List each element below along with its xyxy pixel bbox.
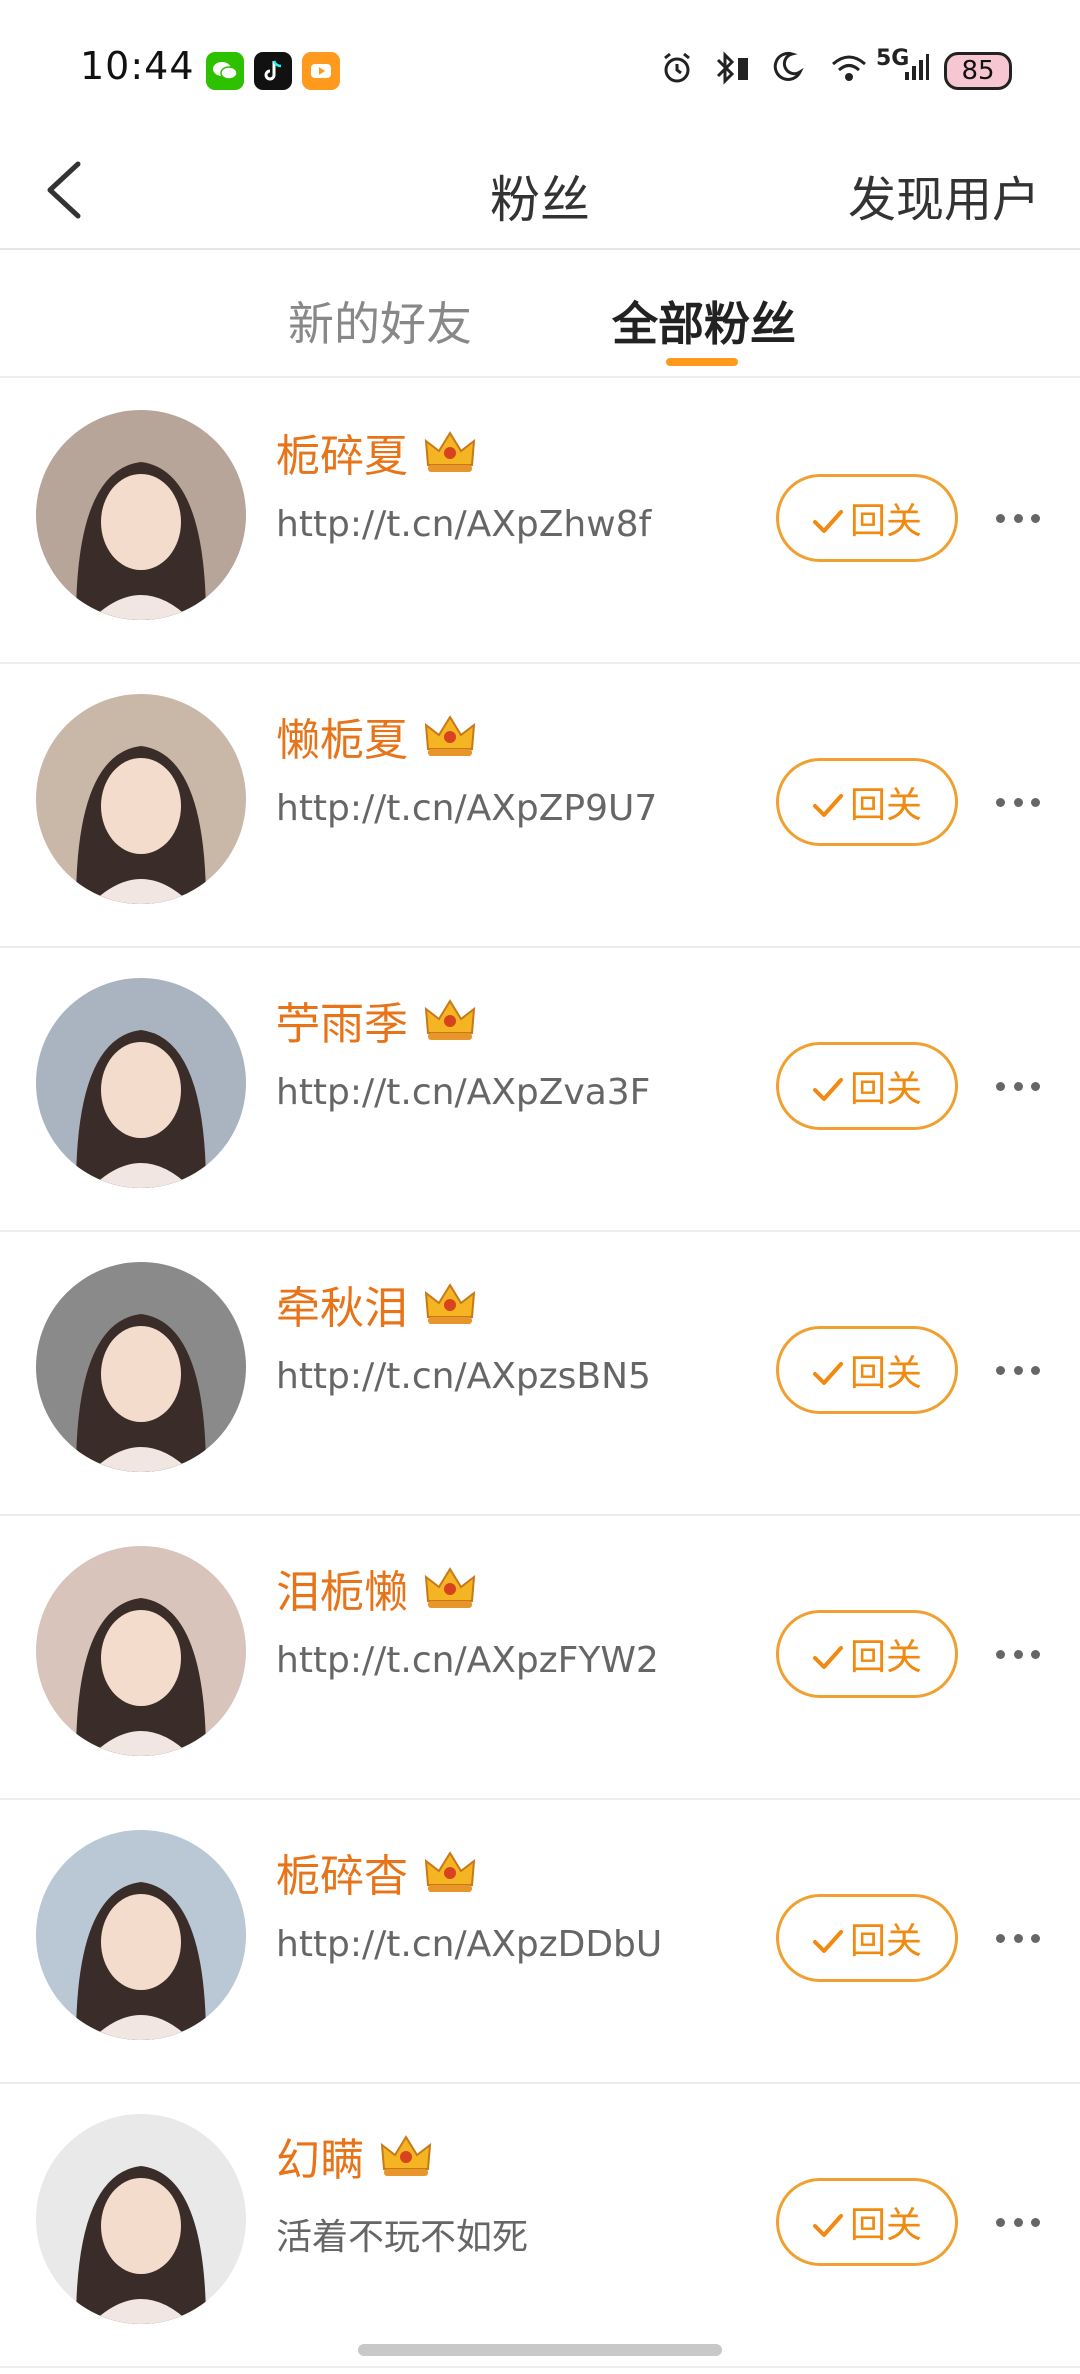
check-icon [812, 1072, 844, 1101]
discover-users-link[interactable]: 发现用户 [848, 160, 1040, 230]
more-options-icon[interactable] [996, 1348, 1040, 1392]
list-item[interactable]: 懒栀夏 http://t.cn/AXpZP9U7 回关 [0, 664, 1080, 948]
follow-back-label: 回关 [849, 2205, 922, 2246]
user-name[interactable]: 牵秋泪 [276, 1272, 408, 1336]
tiktok-icon [254, 52, 292, 90]
crown-icon [422, 1849, 478, 1895]
user-name[interactable]: 泪栀懒 [276, 1556, 408, 1620]
follow-back-label: 回关 [849, 1637, 922, 1678]
list-item[interactable]: 泪栀懒 http://t.cn/AXpzFYW2 回关 [0, 1516, 1080, 1800]
list-item[interactable]: 幻瞒 活着不玩不如死 回关 [0, 2084, 1080, 2368]
name-line: 泪栀懒 [276, 1556, 478, 1620]
wifi-icon [830, 50, 868, 94]
avatar[interactable] [36, 694, 246, 904]
crown-icon [422, 713, 478, 759]
moon-icon [770, 50, 804, 92]
follow-back-button[interactable]: 回关 [776, 758, 958, 846]
tab-all-followers[interactable]: 全部粉丝 [612, 288, 796, 354]
follow-back-button[interactable]: 回关 [776, 1326, 958, 1414]
signal-icon [904, 50, 930, 92]
wechat-icon [206, 52, 244, 90]
user-name[interactable]: 幻瞒 [276, 2124, 364, 2188]
avatar[interactable] [36, 978, 246, 1188]
user-description: http://t.cn/AXpzsBN5 [276, 1356, 651, 1397]
name-line: 栀碎夏 [276, 420, 478, 484]
user-description: http://t.cn/AXpZva3F [276, 1072, 651, 1113]
follow-back-label: 回关 [849, 1921, 922, 1962]
check-icon [812, 1356, 844, 1385]
check-icon [812, 1924, 844, 1953]
check-icon [812, 1640, 844, 1669]
follow-back-label: 回关 [849, 1069, 922, 1110]
tab-bar: 新的好友 全部粉丝 [0, 252, 1080, 378]
name-line: 栀碎杳 [276, 1840, 478, 1904]
alarm-icon [660, 50, 694, 94]
follow-back-label: 回关 [849, 501, 922, 542]
user-name[interactable]: 栀碎杳 [276, 1840, 408, 1904]
follow-back-button[interactable]: 回关 [776, 1894, 958, 1982]
check-icon [812, 788, 844, 817]
more-options-icon[interactable] [996, 780, 1040, 824]
user-description: http://t.cn/AXpzFYW2 [276, 1640, 659, 1681]
list-item[interactable]: 牵秋泪 http://t.cn/AXpzsBN5 回关 [0, 1232, 1080, 1516]
more-options-icon[interactable] [996, 1064, 1040, 1108]
crown-icon [422, 1565, 478, 1611]
crown-icon [422, 429, 478, 475]
more-options-icon[interactable] [996, 1632, 1040, 1676]
follow-back-button[interactable]: 回关 [776, 474, 958, 562]
user-description: http://t.cn/AXpZP9U7 [276, 788, 658, 829]
name-line: 幻瞒 [276, 2124, 434, 2188]
follow-back-button[interactable]: 回关 [776, 1610, 958, 1698]
battery-indicator: 85 [944, 52, 1012, 90]
crown-icon [422, 997, 478, 1043]
check-icon [812, 504, 844, 533]
top-nav: 粉丝 发现用户 [0, 130, 1080, 250]
user-description: http://t.cn/AXpzDDbU [276, 1924, 663, 1965]
crown-icon [422, 1281, 478, 1327]
user-description: 活着不玩不如死 [276, 2217, 529, 2258]
follow-back-label: 回关 [849, 1353, 922, 1394]
user-name[interactable]: 苧雨季 [276, 988, 408, 1052]
list-item[interactable]: 栀碎杳 http://t.cn/AXpzDDbU 回关 [0, 1800, 1080, 2084]
crown-icon [378, 2133, 434, 2179]
user-description: http://t.cn/AXpZhw8f [276, 504, 652, 545]
follow-back-button[interactable]: 回关 [776, 1042, 958, 1130]
status-time: 10:44 [80, 44, 195, 88]
more-options-icon[interactable] [996, 1916, 1040, 1960]
avatar[interactable] [36, 1262, 246, 1472]
list-item[interactable]: 苧雨季 http://t.cn/AXpZva3F 回关 [0, 948, 1080, 1232]
active-tab-indicator [666, 358, 738, 366]
tab-new-friends[interactable]: 新的好友 [288, 288, 472, 354]
user-name[interactable]: 懒栀夏 [276, 704, 408, 768]
follower-list: 栀碎夏 http://t.cn/AXpZhw8f 回关 懒栀夏 http://t… [0, 380, 1080, 2368]
name-line: 苧雨季 [276, 988, 478, 1052]
check-icon [812, 2208, 844, 2237]
status-bar: 10:44 5G 85 [0, 0, 1080, 130]
follow-back-label: 回关 [849, 785, 922, 826]
avatar[interactable] [36, 1546, 246, 1756]
video-app-icon [302, 52, 340, 90]
list-item[interactable]: 栀碎夏 http://t.cn/AXpZhw8f 回关 [0, 380, 1080, 664]
home-indicator[interactable] [358, 2344, 722, 2356]
bluetooth-icon [712, 50, 752, 94]
avatar[interactable] [36, 1830, 246, 2040]
name-line: 牵秋泪 [276, 1272, 478, 1336]
avatar[interactable] [36, 410, 246, 620]
user-name[interactable]: 栀碎夏 [276, 420, 408, 484]
follow-back-button[interactable]: 回关 [776, 2178, 958, 2266]
more-options-icon[interactable] [996, 2200, 1040, 2244]
avatar[interactable] [36, 2114, 246, 2324]
name-line: 懒栀夏 [276, 704, 478, 768]
more-options-icon[interactable] [996, 496, 1040, 540]
